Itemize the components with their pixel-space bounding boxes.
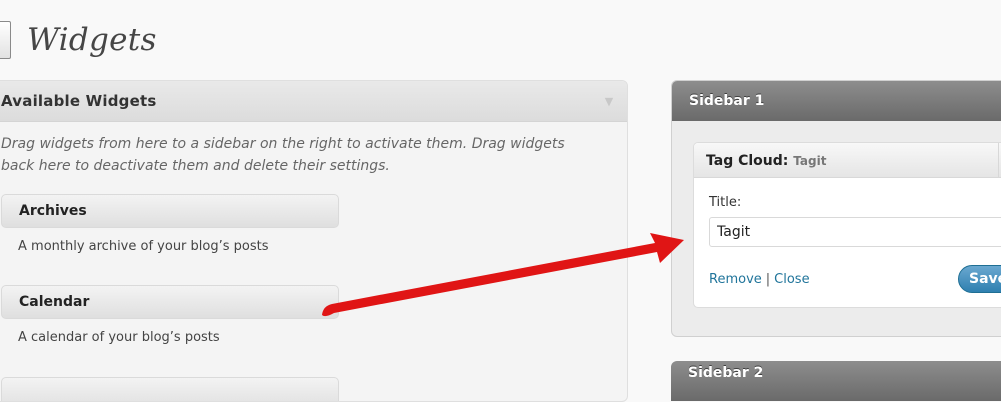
title-field-label: Title: (709, 195, 742, 210)
widget-archives-description: A monthly archive of your blog’s posts (18, 239, 269, 254)
widget-next-handle[interactable] (1, 377, 339, 401)
title-field[interactable] (709, 217, 1001, 247)
page-title: Widgets (27, 22, 157, 58)
remove-link[interactable]: Remove (709, 272, 762, 287)
tag-cloud-colon: : (782, 153, 789, 169)
tag-cloud-widget-header[interactable]: Tag Cloud: Tagit (694, 143, 1001, 178)
available-widgets-title: Available Widgets (1, 92, 157, 110)
triangle-down-icon[interactable]: ▼ (591, 81, 627, 121)
tag-cloud-widget-title: Tag Cloud: Tagit (706, 143, 826, 179)
sidebar-1-panel: Sidebar 1 Tag Cloud: Tagit Title: Remove… (671, 80, 1001, 337)
tag-cloud-widget-name: Tag Cloud (706, 153, 783, 169)
widget-actions: Remove | Close (709, 272, 810, 287)
tag-cloud-widget-subtitle: Tagit (793, 154, 827, 168)
sidebar-1-title: Sidebar 1 (689, 93, 765, 109)
widgets-page-icon (0, 21, 11, 59)
sidebar-1-header[interactable]: Sidebar 1 (672, 81, 1001, 121)
sidebar-2-panel[interactable]: Sidebar 2 (671, 361, 1001, 401)
widget-item-calendar: Calendar A calendar of your blog’s posts (1, 285, 339, 345)
save-button[interactable]: Save (958, 265, 1001, 293)
page-header: Widgets (0, 18, 157, 62)
widget-calendar-description: A calendar of your blog’s posts (18, 330, 220, 345)
close-link[interactable]: Close (774, 272, 809, 287)
available-widgets-header[interactable]: Available Widgets ▼ (0, 81, 627, 122)
available-widgets-panel: Available Widgets ▼ Drag widgets from he… (0, 80, 628, 402)
available-widgets-description: Drag widgets from here to a sidebar on t… (1, 136, 565, 174)
tag-cloud-widget: Tag Cloud: Tagit Title: Remove|Close Sav… (693, 142, 1001, 308)
widget-archives-handle[interactable]: Archives (1, 194, 339, 228)
actions-separator: | (765, 272, 771, 287)
widget-calendar-handle[interactable]: Calendar (1, 285, 339, 319)
widget-item-archives: Archives A monthly archive of your blog’… (1, 194, 339, 254)
widget-item-next (1, 377, 339, 401)
header-divider (998, 143, 999, 177)
